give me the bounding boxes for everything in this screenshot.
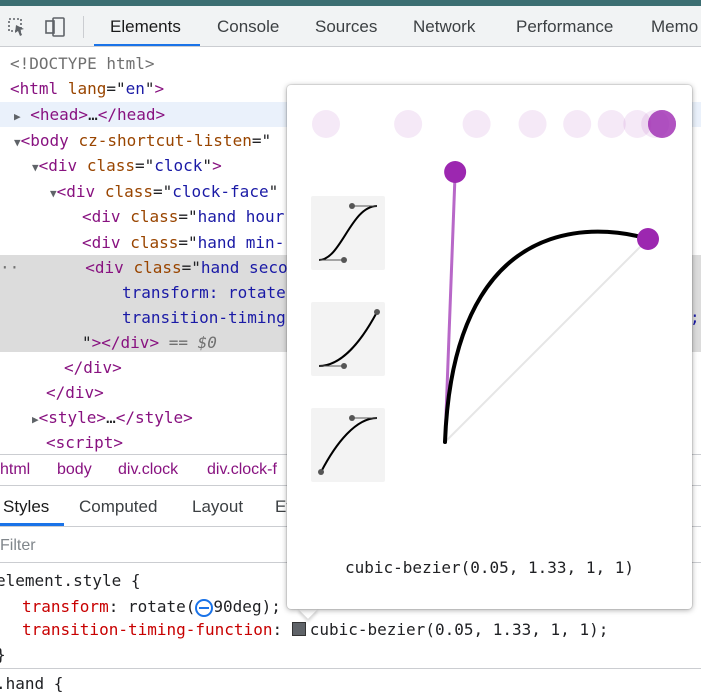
head-close: </head> bbox=[97, 105, 166, 124]
preview-dot bbox=[597, 110, 626, 138]
devtools-tab-bar: Elements Console Sources Network Perform… bbox=[0, 6, 701, 47]
div-attr: class bbox=[130, 207, 179, 226]
tab-layout[interactable]: Layout bbox=[192, 486, 243, 526]
div-close: ></div> bbox=[91, 333, 160, 352]
breadcrumb-html[interactable]: html bbox=[0, 455, 30, 485]
inline-style-text: transition-timing bbox=[122, 308, 286, 327]
active-style-tab-indicator bbox=[0, 523, 64, 526]
control-point-2-handle[interactable] bbox=[637, 228, 659, 250]
div-attr-value: hand seco bbox=[200, 258, 288, 277]
html-attr: lang bbox=[67, 79, 107, 98]
div-attr: class bbox=[133, 258, 182, 277]
collapse-triangle-icon[interactable]: ▼ bbox=[50, 187, 57, 200]
bezier-value-label: cubic-bezier(0.05, 1.33, 1, 1) bbox=[345, 558, 634, 577]
preview-dot bbox=[462, 110, 491, 138]
dollar-zero-hint: == $0 bbox=[159, 333, 217, 352]
preview-dot bbox=[518, 110, 547, 138]
tab-memory[interactable]: Memo bbox=[651, 6, 698, 46]
device-toolbar-icon[interactable] bbox=[44, 16, 66, 38]
property-value[interactable]: rotate( bbox=[128, 597, 195, 616]
breadcrumb-div-clock-face[interactable]: div.clock-f bbox=[207, 455, 277, 485]
breadcrumb-body[interactable]: body bbox=[57, 455, 92, 485]
rotate-angle-icon[interactable] bbox=[195, 599, 214, 617]
div-attr-value: clock-face bbox=[172, 182, 269, 201]
html-tag: html bbox=[19, 79, 59, 98]
property-name[interactable]: transform bbox=[22, 597, 109, 616]
div-attr-value: hand min- bbox=[197, 233, 285, 252]
preview-dot bbox=[312, 110, 340, 138]
element-style-selector[interactable]: element.style { bbox=[0, 569, 141, 593]
rule-close-brace: } bbox=[0, 643, 6, 667]
tab-console[interactable]: Console bbox=[217, 6, 279, 46]
bezier-curve-editor[interactable] bbox=[287, 85, 692, 545]
rule-transform[interactable]: transform: rotate(90deg); bbox=[22, 595, 281, 619]
div-tag: div bbox=[48, 156, 78, 175]
animation-preview bbox=[312, 110, 676, 138]
div-attr-value: hand hour bbox=[197, 207, 285, 226]
property-value[interactable]: cubic-bezier(0.05, 1.33, 1, 1); bbox=[310, 620, 609, 639]
preview-dot bbox=[563, 110, 592, 138]
div-tag: div bbox=[91, 233, 121, 252]
div-tag: div bbox=[94, 258, 124, 277]
bezier-swatch-icon[interactable] bbox=[291, 622, 306, 636]
control-point-1-handle[interactable] bbox=[444, 161, 467, 184]
tab-styles[interactable]: Styles bbox=[3, 486, 49, 526]
tab-network[interactable]: Network bbox=[413, 6, 475, 46]
collapse-triangle-icon[interactable]: ▼ bbox=[32, 161, 39, 174]
inline-style-text: transform: rotate bbox=[122, 283, 286, 302]
head-ellipsis[interactable]: … bbox=[88, 105, 98, 124]
body-tag: body bbox=[30, 131, 69, 150]
rule-timing-function[interactable]: transition-timing-function: cubic-bezier… bbox=[22, 618, 608, 642]
tab-sources[interactable]: Sources bbox=[315, 6, 377, 46]
selected-ellipsis-icon[interactable]: ·· bbox=[0, 258, 19, 277]
tree-doctype[interactable]: <!DOCTYPE html> bbox=[0, 51, 701, 76]
head-open: <head> bbox=[30, 105, 89, 124]
linear-reference-line bbox=[444, 238, 649, 443]
doctype-text: <!DOCTYPE html> bbox=[10, 54, 155, 73]
expand-triangle-icon[interactable]: ▶ bbox=[14, 110, 21, 123]
style-ellipsis[interactable]: … bbox=[106, 408, 116, 427]
div-attr: class bbox=[86, 156, 135, 175]
div-attr: class bbox=[130, 233, 179, 252]
toolbar-separator bbox=[83, 16, 84, 38]
div-tag: div bbox=[91, 207, 121, 226]
filter-placeholder: Filter bbox=[0, 537, 36, 554]
div-tag: div bbox=[66, 182, 96, 201]
tab-computed[interactable]: Computed bbox=[79, 486, 157, 526]
rule-divider bbox=[0, 668, 701, 669]
preview-dot bbox=[394, 110, 423, 138]
html-attr-value: en bbox=[125, 79, 145, 98]
property-name[interactable]: transition-timing-function bbox=[22, 620, 272, 639]
inspect-element-icon[interactable] bbox=[6, 16, 28, 38]
body-attr: cz-shortcut-listen bbox=[78, 131, 252, 150]
expand-triangle-icon[interactable]: ▶ bbox=[32, 413, 39, 426]
div-attr: class bbox=[104, 182, 153, 201]
div-attr-value: clock bbox=[154, 156, 203, 175]
preview-dot bbox=[648, 110, 676, 138]
style-open: <style> bbox=[38, 408, 107, 427]
hand-selector[interactable]: .hand { bbox=[0, 672, 63, 696]
active-tab-indicator bbox=[94, 44, 200, 46]
property-value-end[interactable]: 90deg); bbox=[213, 597, 280, 616]
breadcrumb-div-clock[interactable]: div.clock bbox=[118, 455, 178, 485]
collapse-triangle-icon[interactable]: ▼ bbox=[14, 136, 21, 149]
tab-elements[interactable]: Elements bbox=[110, 6, 181, 46]
tab-performance[interactable]: Performance bbox=[516, 6, 613, 46]
body-attr-rest: =" bbox=[251, 131, 272, 150]
style-close: </style> bbox=[115, 408, 193, 427]
